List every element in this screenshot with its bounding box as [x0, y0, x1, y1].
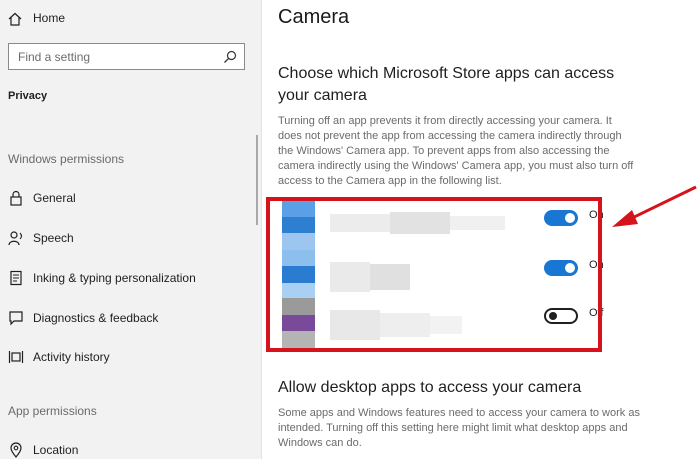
sidebar-scrollbar[interactable] [256, 135, 258, 225]
sidebar-item-label: Speech [33, 231, 74, 245]
lock-icon [10, 190, 22, 206]
search-placeholder: Find a setting [18, 50, 91, 64]
app-permissions-title: App permissions [8, 404, 97, 418]
activity-history-icon [8, 351, 24, 363]
sidebar-item-label: Location [33, 443, 79, 457]
sidebar-item-label: Activity history [33, 350, 110, 364]
inking-icon [10, 270, 22, 286]
sidebar-item-inking-typing[interactable]: Inking & typing personalization [0, 264, 255, 292]
feedback-icon [9, 311, 23, 326]
sidebar-item-label: Inking & typing personalization [33, 271, 196, 285]
windows-permissions-title: Windows permissions [8, 152, 125, 166]
home-icon [8, 12, 22, 26]
sidebar-item-general[interactable]: General [0, 184, 255, 212]
location-icon [10, 442, 22, 458]
sidebar-item-activity-history[interactable]: Activity history [0, 343, 255, 371]
speech-icon [8, 231, 23, 246]
home-nav-item[interactable]: Home [0, 0, 261, 38]
sidebar-item-diagnostics[interactable]: Diagnostics & feedback [0, 304, 255, 332]
sidebar-item-label: General [33, 191, 76, 205]
desktop-apps-heading: Allow desktop apps to access your camera [278, 379, 582, 396]
sidebar-item-label: Diagnostics & feedback [33, 311, 159, 325]
sidebar: Home Find a setting Privacy Windows perm… [0, 0, 262, 459]
category-title: Privacy [8, 90, 48, 102]
annotation-arrow-icon [612, 185, 697, 227]
sidebar-item-location[interactable]: Location [0, 436, 255, 464]
store-apps-description: Turning off an app prevents it from dire… [278, 115, 634, 187]
store-apps-heading: Choose which Microsoft Store apps can ac… [278, 65, 615, 104]
page-title: Camera [278, 6, 350, 28]
search-icon[interactable] [223, 50, 237, 64]
desktop-apps-description: Some apps and Windows features need to a… [278, 407, 640, 449]
search-input[interactable]: Find a setting [8, 43, 245, 70]
sidebar-item-speech[interactable]: Speech [0, 224, 255, 252]
home-label: Home [33, 11, 66, 25]
highlight-box [266, 197, 602, 352]
